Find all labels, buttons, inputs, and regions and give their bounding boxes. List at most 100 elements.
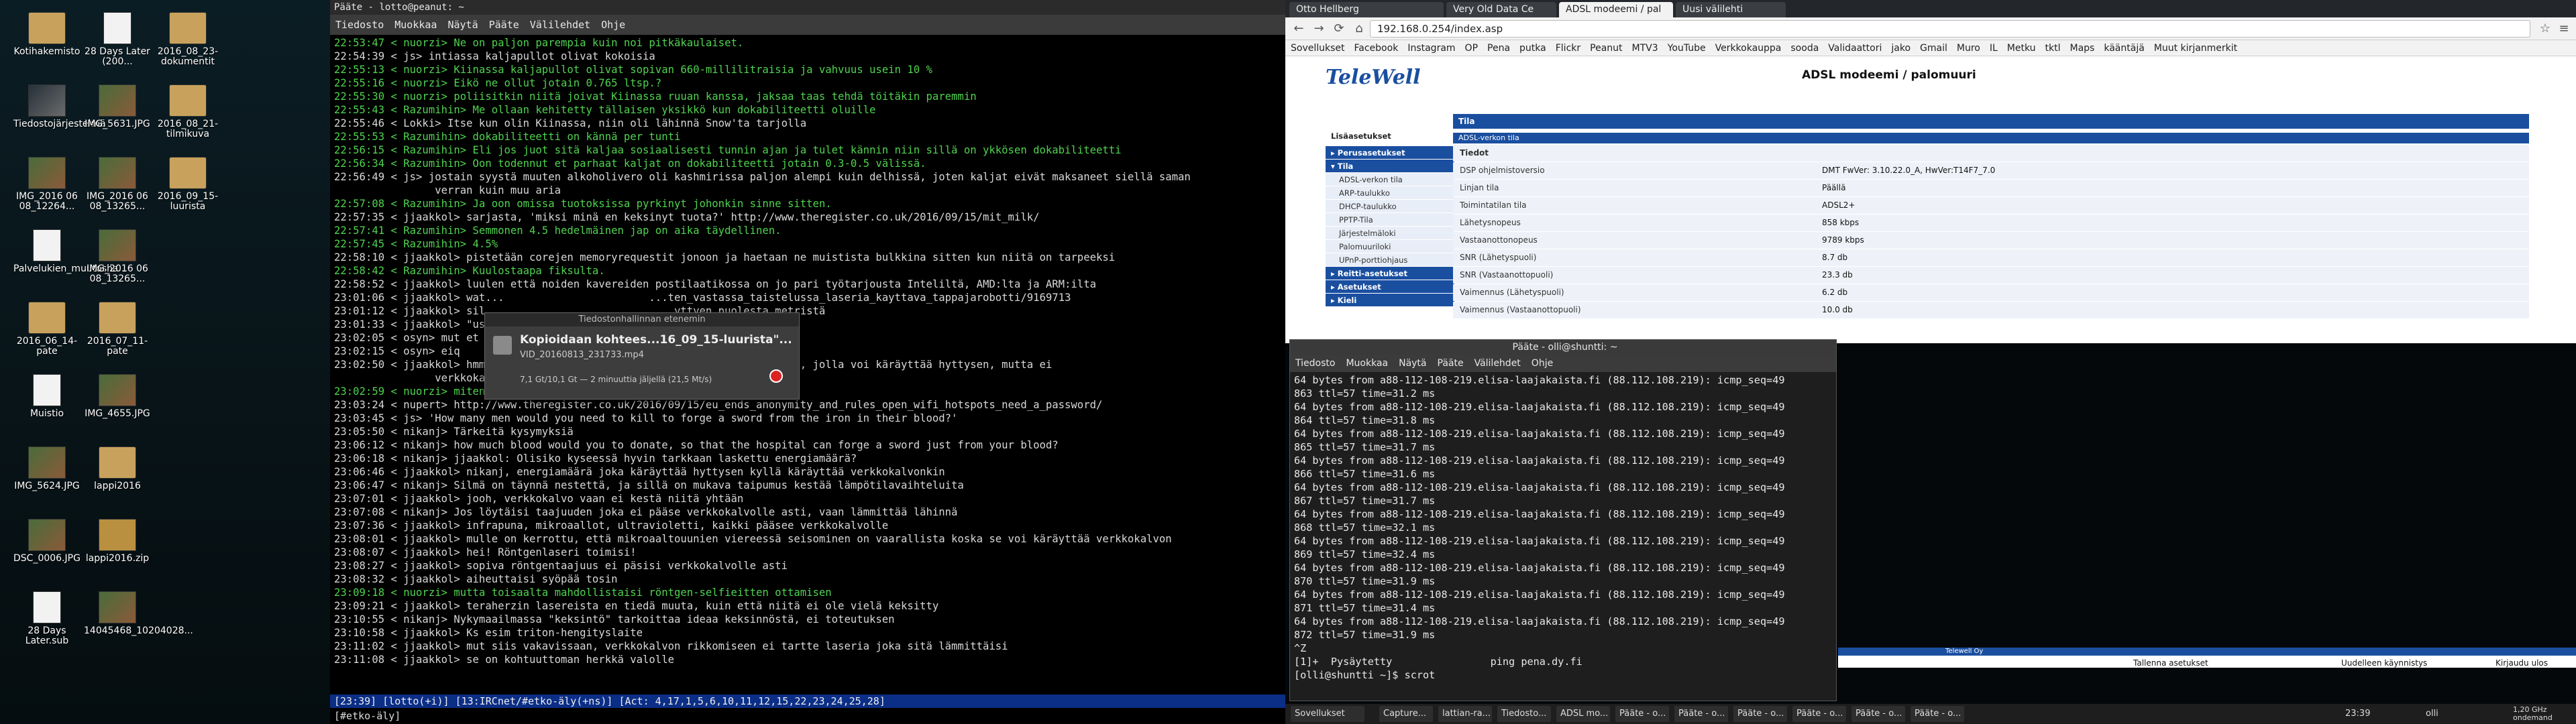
desktop-icon[interactable]: IMG_2016 06 08_13265... (84, 229, 151, 284)
desktop-icon[interactable]: DSC_0006.JPG (13, 519, 80, 564)
bookmark-item[interactable]: Pena (1487, 43, 1510, 54)
bookmark-item[interactable]: Instagram (1407, 43, 1455, 54)
desktop-icon[interactable]: 2016_08_21-tilmikuva (154, 84, 221, 139)
clock[interactable]: 23:39 (2345, 704, 2370, 724)
router-nav-item[interactable]: Palomuuriloki (1326, 240, 1454, 253)
desktop-icon[interactable]: Muistio (13, 374, 80, 419)
back-icon[interactable]: ← (1291, 21, 1307, 37)
desktop-icon[interactable]: Tiedostojärjestelmä (13, 84, 106, 129)
bookmark-item[interactable]: Validaattori (1828, 43, 1882, 54)
bookmark-item[interactable]: tktl (2045, 43, 2061, 54)
desktop-icon[interactable]: 2016_06_14-pate (13, 302, 80, 357)
star-icon[interactable]: ☆ (2537, 21, 2553, 37)
shell-menu-item[interactable]: Näytä (1399, 358, 1426, 369)
bookmark-item[interactable]: Facebook (1354, 43, 1399, 54)
router-nav-item[interactable]: Järjestelmäloki (1326, 227, 1454, 240)
terminal-menu-item[interactable]: Välilehdet (530, 19, 590, 31)
browser-tab[interactable]: ADSL modeemi / pal (1559, 2, 1673, 17)
address-bar[interactable]: 192.168.0.254/index.asp (1370, 20, 2530, 38)
user-name[interactable]: olli (2426, 704, 2438, 724)
shell-menu-item[interactable]: Ohje (1532, 358, 1553, 369)
router-nav-item[interactable]: ▸ Asetukset (1326, 280, 1454, 294)
router-nav-item[interactable]: ▸ Reitti-asetukset (1326, 267, 1454, 280)
bookmark-item[interactable]: Maps (2070, 43, 2095, 54)
router-nav-item[interactable]: PPTP-Tila (1326, 213, 1454, 227)
taskbar-item[interactable]: Pääte - o... (1674, 706, 1728, 722)
desktop-icon[interactable]: IMG_5631.JPG (84, 84, 151, 129)
browser-tabs: Otto Hellberg Very Old Data Ce ADSL modeem… (1285, 0, 2576, 17)
bookmark-item[interactable]: Muro (1957, 43, 1980, 54)
bookmark-item[interactable]: Muut kirjanmerkit (2154, 43, 2237, 54)
taskbar-item[interactable]: lattian-ra... (1438, 706, 1492, 722)
bookmark-item[interactable]: OP (1465, 43, 1478, 54)
terminal-menu-item[interactable]: Muokkaa (394, 19, 437, 31)
desktop-icon[interactable]: IMG_4655.JPG (84, 374, 151, 419)
home-icon[interactable]: ⌂ (1351, 21, 1367, 37)
bookmark-item[interactable]: Gmail (1920, 43, 1947, 54)
desktop-icon[interactable]: 2016_08_23-dokumentit (154, 12, 221, 67)
desktop-icon[interactable]: IMG_5624.JPG (13, 446, 80, 491)
bookmark-item[interactable]: YouTube (1668, 43, 1706, 54)
save-settings-button[interactable]: Tallenna asetukset (2133, 653, 2208, 673)
router-nav-item[interactable]: ▸ Perusasetukset (1326, 146, 1454, 160)
router-nav-item[interactable]: DHCP-taulukko (1326, 200, 1454, 213)
router-nav-item[interactable]: ▾ Tila (1326, 160, 1454, 173)
browser-tab[interactable]: Very Old Data Ce (1446, 2, 1556, 17)
shell-menu-item[interactable]: Muokkaa (1346, 358, 1388, 369)
taskbar-item[interactable]: ADSL mo... (1556, 706, 1610, 722)
irc-input-line[interactable]: [#etko-äly] (330, 708, 1285, 724)
bookmark-item[interactable]: Flickr (1556, 43, 1580, 54)
bookmark-item[interactable]: Sovellukset (1291, 43, 1345, 54)
status-value: ADSL2+ (1822, 200, 1856, 210)
browser-tab[interactable]: Uusi välilehti (1676, 2, 1786, 17)
bookmark-item[interactable]: putka (1519, 43, 1546, 54)
terminal-menu-item[interactable]: Ohje (601, 19, 625, 31)
desktop-icon[interactable]: lappi2016.zip (84, 519, 151, 564)
desktop-icon-label: IMG_2016 06 08_13265... (87, 263, 148, 284)
reload-icon[interactable]: ⟳ (1331, 21, 1347, 37)
shell-menu-item[interactable]: Tiedosto (1295, 358, 1335, 369)
cancel-copy-button[interactable] (769, 369, 783, 383)
desktop-icon[interactable]: 2016_07_11-pate (84, 302, 151, 357)
browser-tab[interactable]: Otto Hellberg (1289, 2, 1444, 17)
router-nav-item[interactable]: ▸ Kieli (1326, 294, 1454, 307)
logout-button[interactable]: Kirjaudu ulos (2496, 653, 2548, 673)
desktop-icon[interactable]: 28 Days Later (200... (84, 12, 151, 67)
taskbar-item[interactable]: Pääte - o... (1851, 706, 1905, 722)
bookmark-item[interactable]: MTV3 (1632, 43, 1658, 54)
terminal-menu-item[interactable]: Näytä (447, 19, 478, 31)
desktop-icon[interactable]: Kotihakemisto (13, 12, 80, 57)
chat-line: 22:55:16 < nuorzi> Eikö ne ollut jotain … (334, 77, 662, 89)
taskbar-item[interactable]: Pääte - o... (1615, 706, 1669, 722)
taskbar-item[interactable]: Tiedosto... (1497, 706, 1551, 722)
desktop-icon[interactable]: 28 Days Later.sub (13, 591, 80, 646)
taskbar-item[interactable]: Sovellukset (1291, 706, 1364, 722)
bookmark-item[interactable]: jako (1891, 43, 1911, 54)
taskbar-item[interactable]: Pääte - o... (1911, 706, 1964, 722)
desktop-icon[interactable]: IMG_2016 06 08_13265... (84, 157, 151, 212)
reboot-button[interactable]: Uudelleen käynnistys (2341, 653, 2427, 673)
router-nav-item[interactable]: ARP-taulukko (1326, 186, 1454, 200)
bookmark-item[interactable]: sooda (1790, 43, 1819, 54)
desktop-icon[interactable]: 14045468_10204028... (84, 591, 193, 636)
bookmark-item[interactable]: kääntäjä (2104, 43, 2144, 54)
taskbar-item[interactable]: Pääte - o... (1792, 706, 1846, 722)
desktop-icon[interactable]: Palvelukien_muutosha... (13, 229, 127, 274)
desktop-icon[interactable]: IMG_2016 06 08_12264... (13, 157, 80, 212)
bookmark-item[interactable]: Verkkokauppa (1715, 43, 1782, 54)
shell-menu-item[interactable]: Pääte (1438, 358, 1464, 369)
forward-icon[interactable]: → (1311, 21, 1327, 37)
bookmark-item[interactable]: Peanut (1590, 43, 1622, 54)
menu-icon[interactable]: ≡ (2556, 21, 2572, 37)
taskbar-item[interactable]: Pääte - o... (1733, 706, 1787, 722)
desktop-icon[interactable]: lappi2016 (84, 446, 151, 491)
bookmark-item[interactable]: Metku (2007, 43, 2036, 54)
bookmark-item[interactable]: IL (1990, 43, 1998, 54)
shell-menu-item[interactable]: Välilehdet (1474, 358, 1521, 369)
desktop-icon[interactable]: 2016_09_15-luurista (154, 157, 221, 212)
taskbar-item[interactable]: Capture... (1379, 706, 1433, 722)
router-nav-item[interactable]: UPnP-porttiohjaus (1326, 253, 1454, 267)
terminal-menu-item[interactable]: Pääte (489, 19, 519, 31)
router-nav-item[interactable]: ADSL-verkon tila (1326, 173, 1454, 186)
terminal-menu-item[interactable]: Tiedosto (335, 19, 384, 31)
